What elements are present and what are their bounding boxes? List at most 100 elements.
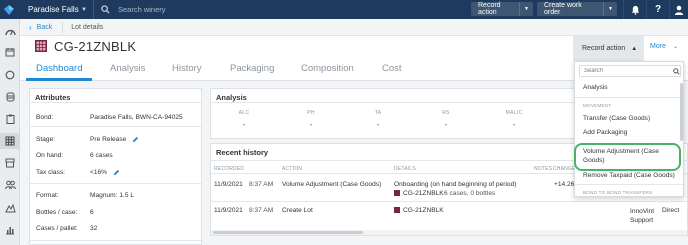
row-lot-ref[interactable]: CG-21ZNBLK	[394, 190, 444, 197]
row-action[interactable]: Create Lot	[282, 207, 313, 214]
edit-pencil-icon[interactable]	[113, 169, 120, 176]
analysis-ph: PH -	[286, 110, 336, 129]
breadcrumb: ‹ Back Lot details	[20, 19, 688, 36]
chevron-down-icon: ▼	[524, 6, 529, 12]
attr-value: 32	[90, 225, 98, 232]
divider	[30, 183, 201, 184]
horizontal-scrollbar[interactable]	[211, 230, 687, 235]
analysis-label: TA	[374, 110, 382, 116]
highlight-annotation	[574, 143, 681, 171]
column-header-action: ACTION	[282, 166, 303, 172]
row-time: 8:37 AM	[249, 181, 274, 188]
circle-icon[interactable]	[4, 69, 16, 81]
record-action-menu: Analysis MOVEMENT Transfer (Case Goods) …	[574, 61, 684, 197]
reports-chart-icon[interactable]	[4, 224, 16, 236]
attr-key: Cases / pallet:	[36, 225, 78, 232]
menu-item-transfer-case-goods[interactable]: Transfer (Case Goods)	[583, 115, 650, 122]
attr-value: 6 cases	[90, 152, 113, 159]
analysis-label: PH	[307, 110, 315, 116]
help-icon: ?	[654, 4, 662, 15]
column-header-change: CHANGE	[553, 166, 576, 172]
tab-composition[interactable]: Composition	[301, 63, 354, 81]
row-time: 8:37 AM	[249, 207, 274, 214]
attr-key: Stage:	[36, 136, 56, 143]
help-button[interactable]: ?	[646, 0, 669, 19]
bell-icon	[631, 5, 639, 15]
analysis-card: Analysis ALC - PH - TA - RS - MALIC -	[210, 88, 582, 139]
analysis-ta: TA -	[353, 110, 403, 129]
chevron-down-icon: ▼	[81, 6, 87, 13]
notifications-button[interactable]	[623, 0, 646, 19]
grid-icon[interactable]	[0, 133, 20, 149]
tab-analysis[interactable]: Analysis	[110, 63, 145, 81]
barrel-icon[interactable]	[4, 91, 16, 103]
analysis-label: MALIC	[505, 110, 523, 116]
analysis-value: -	[376, 120, 380, 129]
tax-class-value: <16%	[90, 169, 108, 176]
menu-item-remove-taxpaid[interactable]: Remove Taxpaid (Case Goods)	[583, 172, 675, 179]
menu-section-movement: MOVEMENT	[583, 103, 612, 108]
record-action-label: Record action	[582, 45, 626, 52]
analysis-value: -	[242, 120, 246, 129]
tab-cost[interactable]: Cost	[382, 63, 402, 81]
divider	[30, 126, 201, 127]
menu-scrollbar[interactable]	[680, 83, 683, 141]
vineyard-icon[interactable]	[4, 202, 16, 214]
menu-item-add-packaging[interactable]: Add Packaging	[583, 129, 627, 136]
create-work-order-button[interactable]: Create work order ▼	[537, 2, 617, 16]
calendar-icon[interactable]	[4, 46, 16, 58]
archive-icon[interactable]	[4, 157, 16, 169]
attr-value: Paradise Falls, BWN-CA-94025	[90, 114, 183, 121]
winery-selector[interactable]: Paradise Falls ▼	[18, 0, 94, 19]
menu-section-bond-transfers: BOND TO BOND TRANSFERS	[583, 190, 653, 195]
row-date: 11/9/2021	[214, 181, 243, 188]
back-label: Back	[36, 23, 53, 31]
attr-value: <16%	[90, 169, 120, 176]
row-date: 11/9/2021	[214, 207, 243, 214]
attr-key: Bond:	[36, 114, 54, 121]
case-goods-grid-icon	[35, 40, 47, 54]
divider	[575, 184, 683, 185]
scrollbar-thumb[interactable]	[213, 231, 363, 234]
menu-item-analysis[interactable]: Analysis	[583, 84, 608, 91]
attr-key: Bottles / case:	[36, 209, 78, 216]
analysis-label: ALC	[238, 110, 250, 116]
row-lot-ref[interactable]: CG-21ZNBLK	[394, 207, 444, 214]
breadcrumb-current: Lot details	[71, 23, 104, 31]
clipboard-icon[interactable]	[4, 113, 16, 125]
row-lot-code: CG-21ZNBLK	[403, 207, 444, 214]
record-action-dropdown-button[interactable]: Record action ▲	[573, 36, 644, 61]
user-menu-button[interactable]	[669, 0, 688, 19]
row-details: Onboarding (on hand beginning of period)	[394, 181, 517, 188]
chevron-left-icon: ‹	[29, 22, 32, 32]
attr-value: Pre Release	[90, 136, 139, 143]
winery-name: Paradise Falls	[28, 5, 79, 14]
back-link[interactable]: ‹ Back	[20, 21, 64, 33]
divider	[30, 240, 201, 241]
attributes-title: Attributes	[30, 89, 201, 103]
dashboard-gauge-icon[interactable]	[4, 25, 16, 37]
tab-history[interactable]: History	[172, 63, 202, 81]
column-header-recorded: RECORDED	[214, 166, 245, 172]
record-action-button[interactable]: Record action ▼	[471, 2, 533, 16]
edit-pencil-icon[interactable]	[132, 136, 139, 143]
analysis-value: -	[512, 120, 516, 129]
top-nav-bar: Paradise Falls ▼ Search winery Record ac…	[0, 0, 688, 19]
analysis-rs: RS -	[421, 110, 471, 129]
people-icon[interactable]	[4, 179, 16, 191]
chevron-down-icon: ▼	[608, 6, 613, 12]
page-title: CG-21ZNBLK	[54, 39, 137, 54]
chevron-up-icon: ▲	[631, 45, 638, 52]
tab-packaging[interactable]: Packaging	[230, 63, 274, 81]
chevron-down-icon: ⌄	[672, 44, 678, 50]
app-logo-icon[interactable]	[0, 0, 18, 19]
case-goods-grid-icon	[394, 207, 400, 213]
menu-search-input[interactable]	[579, 65, 681, 77]
column-header-notes: NOTES	[534, 166, 553, 172]
row-action[interactable]: Volume Adjustment (Case Goods)	[282, 181, 381, 188]
more-button[interactable]: More ⌄	[650, 43, 678, 50]
winery-search[interactable]: Search winery	[101, 5, 166, 14]
row-change: +14.26	[554, 181, 575, 188]
divider	[211, 201, 687, 202]
attr-value: Magnum: 1.5 L	[90, 192, 134, 199]
